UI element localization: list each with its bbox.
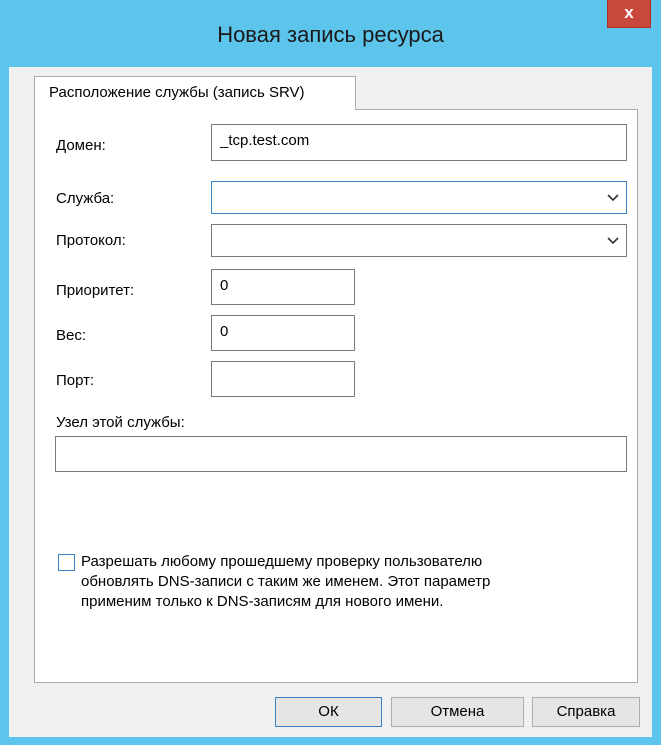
- allow-update-checkbox[interactable]: [58, 554, 75, 571]
- domain-field[interactable]: _tcp.test.com: [211, 124, 627, 161]
- cancel-button[interactable]: Отмена: [391, 697, 524, 727]
- allow-update-line-3: применим только к DNS-записям для нового…: [81, 593, 444, 610]
- ok-button[interactable]: ОК: [275, 697, 382, 727]
- window-title: Новая запись ресурса: [217, 22, 444, 47]
- chevron-down-icon: [607, 237, 619, 245]
- service-label: Служба:: [56, 190, 115, 207]
- host-field[interactable]: [55, 436, 627, 472]
- tab-srv-record[interactable]: Расположение службы (запись SRV): [34, 76, 356, 110]
- priority-label: Приоритет:: [56, 282, 135, 299]
- allow-update-text[interactable]: Разрешать любому прошедшему проверку пол…: [81, 552, 490, 612]
- help-button[interactable]: Справка: [532, 697, 640, 727]
- port-field[interactable]: [211, 361, 355, 397]
- weight-field[interactable]: 0: [211, 315, 355, 351]
- domain-value: _tcp.test.com: [220, 132, 310, 149]
- weight-value: 0: [220, 323, 229, 340]
- host-label: Узел этой службы:: [56, 414, 185, 431]
- domain-label: Домен:: [56, 137, 106, 154]
- title-bar[interactable]: Новая запись ресурса x: [0, 0, 661, 76]
- weight-label: Вес:: [56, 327, 87, 344]
- priority-value: 0: [220, 277, 229, 294]
- port-label: Порт:: [56, 372, 95, 389]
- tab-label: Расположение службы (запись SRV): [49, 84, 305, 101]
- allow-update-line-1: Разрешать любому прошедшему проверку пол…: [81, 553, 483, 570]
- chevron-down-icon: [607, 194, 619, 202]
- close-button[interactable]: x: [607, 0, 651, 28]
- protocol-combobox[interactable]: [211, 224, 627, 257]
- allow-update-line-2: обновлять DNS-записи с таким же именем. …: [81, 573, 491, 590]
- priority-field[interactable]: 0: [211, 269, 355, 305]
- protocol-label: Протокол:: [56, 232, 126, 249]
- dialog-client-area: Расположение службы (запись SRV): [9, 67, 652, 737]
- service-combobox[interactable]: [211, 181, 627, 214]
- dialog-window: Новая запись ресурса x Расположение служ…: [0, 0, 661, 745]
